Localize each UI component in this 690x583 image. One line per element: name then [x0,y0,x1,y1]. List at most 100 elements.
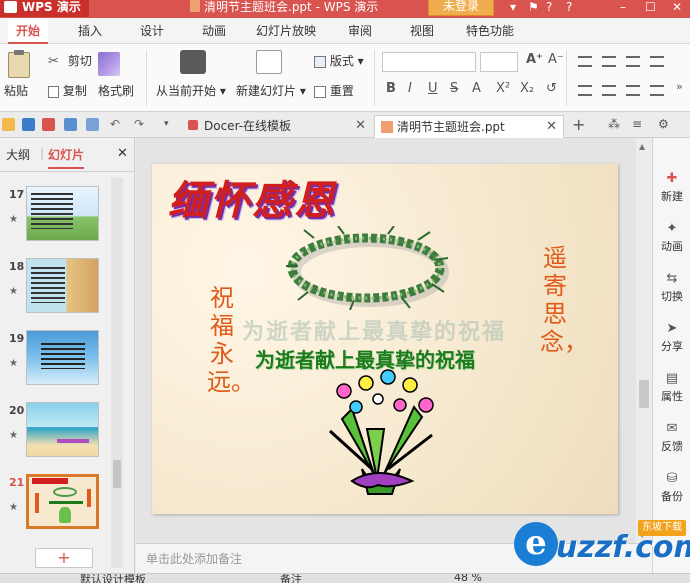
app-menu-button[interactable]: WPS 演示 [0,0,89,17]
tab-outline[interactable]: 大纲 [6,146,30,163]
export-pdf-icon[interactable] [42,118,55,131]
print-icon[interactable] [64,118,77,131]
play-from-current-icon-wrap[interactable] [180,50,206,74]
ribbon-toolbar: 粘贴 ✂ 剪切 复制 格式刷 从当前开始 ▾ 新建幻灯片 ▾ 版式 ▾ 重置 A… [0,44,690,112]
uzzf-logo-icon: e [514,522,558,566]
justify-icon[interactable] [650,85,664,96]
zoom-level[interactable]: 48 % [454,574,482,583]
wreath-image[interactable] [284,226,454,310]
slides-panel-scrollbar[interactable] [111,178,123,568]
customize-toolbar-icon[interactable]: ▾ [164,118,177,131]
cut-button[interactable]: ✂ 剪切 [48,52,92,69]
bouquet-image[interactable] [322,369,442,499]
new-tab-icon[interactable]: + [572,117,585,133]
scrollbar-thumb[interactable] [639,380,649,408]
decrease-font-icon[interactable]: A⁻ [548,52,564,67]
subscript-icon[interactable]: X₂ [520,81,534,96]
redo-icon[interactable]: ↷ [134,118,147,131]
strikethrough-icon[interactable]: S [450,81,458,96]
tab-slideshow[interactable]: 幻灯片放映 [256,18,316,44]
skin-icon[interactable]: ▾ [510,0,516,15]
outdent-icon[interactable] [626,56,640,67]
new-button[interactable]: ✚ 新建 [653,168,690,218]
new-slide-icon-wrap[interactable] [256,50,282,74]
underline-icon[interactable]: U [428,81,438,96]
tab-animation[interactable]: 动画 [202,18,226,44]
print-preview-icon[interactable] [86,118,99,131]
reset-button[interactable]: 重置 [314,82,354,99]
superscript-icon[interactable]: X² [496,81,510,96]
close-panel-icon[interactable]: ✕ [117,146,128,161]
play-from-current-button[interactable]: 从当前开始 ▾ [156,82,226,99]
slide-preview [26,474,99,529]
paste-label[interactable]: 粘贴 [4,82,28,99]
current-slide[interactable]: 缅怀感恩 为逝者献上最真挚的祝福 为逝者献上最真挚的祝福 祝福永远。 遥寄思念， [152,164,618,514]
tab-view[interactable]: 视图 [410,18,434,44]
notes-toggle[interactable]: 备注 [280,574,302,583]
paste-button[interactable] [8,50,30,78]
indent-icon[interactable] [650,56,664,67]
bold-icon[interactable]: B [386,81,396,96]
clear-format-icon[interactable]: ↺ [546,81,557,96]
backup-button[interactable]: ⛁ 备份 [653,468,690,518]
ppt-file-icon [190,0,200,12]
backup-icon: ⛁ [666,471,678,486]
more-icon[interactable]: » [676,80,683,93]
tab-list-icon[interactable]: ≡ [632,118,645,131]
tab-insert[interactable]: 插入 [78,18,102,44]
tab-design[interactable]: 设计 [140,18,164,44]
properties-button[interactable]: ▤ 属性 [653,368,690,418]
slide-thumbnail-18[interactable]: 18 ★ [0,258,120,322]
close-tab-icon[interactable]: ✕ [355,115,366,137]
animation-button[interactable]: ✦ 动画 [653,218,690,268]
increase-font-icon[interactable]: A⁺ [526,52,543,67]
close-button[interactable]: ✕ [672,0,682,15]
align-right-icon[interactable] [626,85,640,96]
slide-right-verse[interactable]: 遥寄思念， [540,244,588,356]
slide-thumbnail-19[interactable]: 19 ★ [0,330,120,394]
align-center-icon[interactable] [602,85,616,96]
help-button[interactable]: ? [546,0,552,15]
font-color-icon[interactable]: A [472,81,481,96]
feedback-button[interactable]: ✉ 反馈 [653,418,690,468]
numbered-list-icon[interactable] [602,56,616,67]
copy-button[interactable]: 复制 [48,82,87,99]
format-painter-button[interactable]: 格式刷 [98,82,134,99]
slide-left-verse[interactable]: 祝福永远。 [207,284,255,396]
share-button[interactable]: ➤ 分享 [653,318,690,368]
scroll-up-icon[interactable]: ▲ [639,142,645,151]
tab-home[interactable]: 开始 [8,18,49,44]
new-slide-button[interactable]: 新建幻灯片 ▾ [236,82,306,99]
align-left-icon[interactable] [578,85,592,96]
login-button[interactable]: 未登录 [428,0,494,16]
undo-icon[interactable]: ↶ [110,118,123,131]
add-slide-button[interactable]: + [35,548,93,568]
maximize-button[interactable]: ☐ [645,0,656,15]
save-icon[interactable] [22,118,35,131]
tab-features[interactable]: 特色功能 [466,18,514,44]
slide-title[interactable]: 缅怀感恩 [168,168,336,226]
slide-thumbnail-17[interactable]: 17 ★ [0,186,120,250]
layout-button[interactable]: 版式 ▾ [314,52,364,69]
tab-docer-templates[interactable]: Docer-在线模板 ✕ [182,115,372,138]
format-painter-icon-wrap[interactable] [98,52,120,76]
feedback-icon[interactable]: ⚑ [528,0,539,15]
tab-slides[interactable]: 幻灯片 [48,146,85,169]
settings-icon[interactable]: ⚙ [658,118,671,131]
bullet-list-icon[interactable] [578,56,592,67]
slide-scrollbar[interactable]: ▲ ▼ [636,138,652,543]
slide-thumbnail-21[interactable]: 21 ★ [0,474,120,538]
scrollbar-thumb[interactable] [113,460,121,488]
settings-icon[interactable]: ? [566,0,572,15]
minimize-button[interactable]: – [620,0,626,15]
close-tab-icon[interactable]: ✕ [546,116,557,138]
open-folder-icon[interactable] [2,118,15,131]
tab-review[interactable]: 审阅 [348,18,372,44]
tab-current-document[interactable]: 清明节主题班会.ppt ✕ [374,115,564,138]
skin-icon[interactable]: ⁂ [608,118,621,131]
transition-button[interactable]: ⇆ 切换 [653,268,690,318]
font-family-select[interactable] [382,52,476,72]
font-size-select[interactable] [480,52,518,72]
italic-icon[interactable]: I [408,81,412,96]
slide-thumbnail-20[interactable]: 20 ★ [0,402,120,466]
